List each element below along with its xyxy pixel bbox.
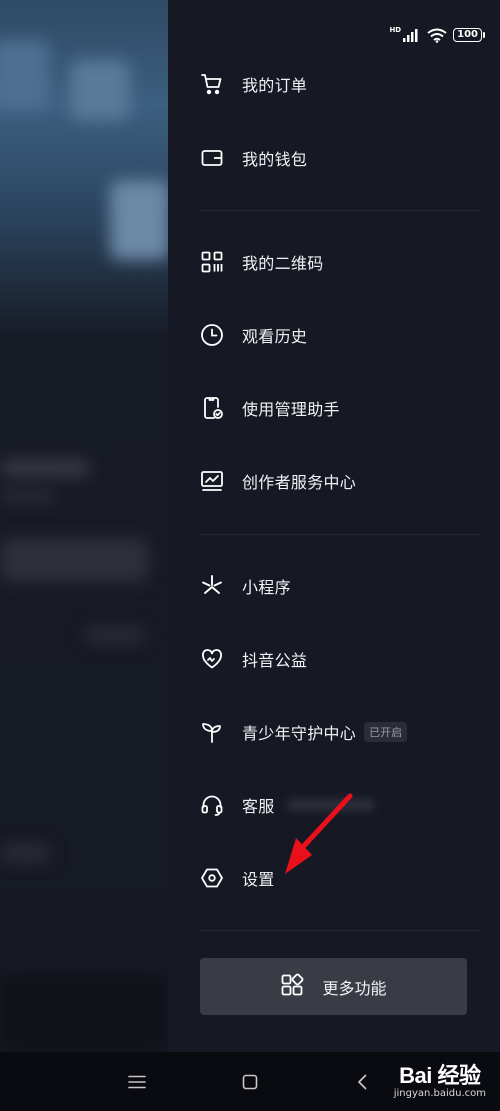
background-app-blurred bbox=[0, 0, 168, 1052]
menu-label: 创作者服务中心 bbox=[242, 473, 357, 492]
back-nav-button[interactable] bbox=[354, 1070, 370, 1094]
blurred-text bbox=[286, 798, 375, 812]
menu-item-qrcode[interactable]: 我的二维码 bbox=[200, 242, 324, 282]
menu-item-orders[interactable]: 我的订单 bbox=[200, 64, 307, 104]
menu-label: 我的订单 bbox=[242, 76, 308, 95]
signal-icon bbox=[403, 29, 418, 42]
menu-label: 青少年守护中心 bbox=[242, 724, 357, 743]
sprout-icon bbox=[200, 720, 224, 744]
battery-indicator: 100 bbox=[453, 28, 485, 42]
menu-item-history[interactable]: 观看历史 bbox=[200, 315, 307, 355]
cart-icon bbox=[200, 72, 224, 96]
menu-item-customer-service[interactable]: 客服 bbox=[200, 785, 375, 825]
menu-label: 小程序 bbox=[242, 578, 291, 597]
menu-label: 我的钱包 bbox=[242, 150, 308, 169]
divider bbox=[200, 930, 480, 931]
hd-indicator: HD bbox=[389, 26, 402, 34]
wallet-icon bbox=[200, 146, 224, 170]
menu-label: 使用管理助手 bbox=[242, 400, 340, 419]
headset-icon bbox=[200, 793, 224, 817]
status-bar: HD 100 bbox=[389, 26, 485, 44]
menu-label: 客服 bbox=[242, 797, 275, 816]
square-home-icon bbox=[242, 1074, 258, 1090]
side-drawer: HD 100 我的订单 我的钱包 我的二维码 观看历史 使用管理助手 创作者服务… bbox=[168, 0, 500, 1052]
divider bbox=[200, 210, 480, 211]
chart-monitor-icon bbox=[200, 469, 224, 493]
more-features-button[interactable]: 更多功能 bbox=[200, 958, 467, 1015]
menu-item-settings[interactable]: 设置 bbox=[200, 858, 275, 898]
menu-item-wallet[interactable]: 我的钱包 bbox=[200, 138, 307, 178]
clock-icon bbox=[200, 323, 224, 347]
menu-label: 设置 bbox=[242, 870, 275, 889]
menu-item-mini-programs[interactable]: 小程序 bbox=[200, 566, 291, 606]
menu-item-charity[interactable]: 抖音公益 bbox=[200, 639, 307, 679]
qrcode-icon bbox=[200, 250, 224, 274]
watermark-url: jingyan.baidu.com bbox=[393, 1088, 486, 1099]
hexagon-settings-icon bbox=[200, 866, 224, 890]
menu-item-youth-mode[interactable]: 青少年守护中心 已开启 bbox=[200, 712, 408, 752]
menu-item-usage-manager[interactable]: 使用管理助手 bbox=[200, 388, 340, 428]
watermark-logo: Bai 经验 bbox=[399, 1063, 481, 1088]
watermark: Bai 经验 jingyan.baidu.com bbox=[394, 1058, 486, 1099]
menu-label: 观看历史 bbox=[242, 327, 308, 346]
phone-check-icon bbox=[200, 396, 224, 420]
more-features-label: 更多功能 bbox=[322, 978, 387, 998]
mini-program-icon bbox=[200, 574, 224, 598]
divider bbox=[200, 534, 480, 535]
home-nav-button[interactable] bbox=[240, 1070, 260, 1094]
menu-label: 抖音公益 bbox=[242, 651, 308, 670]
heart-icon bbox=[200, 647, 224, 671]
menu-item-creator-center[interactable]: 创作者服务中心 bbox=[200, 461, 356, 501]
back-chevron-icon bbox=[358, 1074, 367, 1090]
menu-label: 我的二维码 bbox=[242, 254, 324, 273]
wifi-icon bbox=[427, 28, 447, 43]
status-badge: 已开启 bbox=[364, 722, 408, 742]
menu-nav-button[interactable] bbox=[126, 1070, 148, 1094]
grid-icon bbox=[280, 973, 304, 1001]
hamburger-icon bbox=[128, 1075, 146, 1089]
